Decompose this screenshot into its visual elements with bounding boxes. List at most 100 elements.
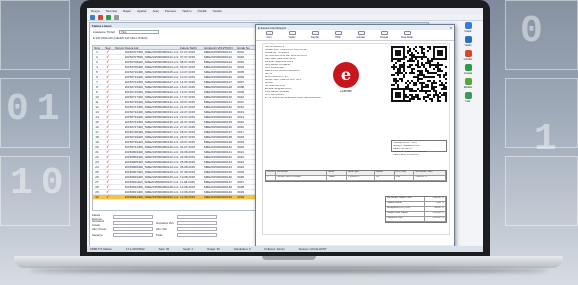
sender-vkn: SME2015000000128	[203, 85, 232, 89]
form-field[interactable]	[177, 220, 217, 225]
menu-item[interactable]: Tanımlar	[106, 9, 118, 13]
tool-label: Geri	[266, 36, 272, 39]
sidebar-action-button[interactable]: Reddet	[464, 78, 472, 89]
invoice-date: 03.08.2015	[180, 150, 196, 154]
invoice-date: 10.07.2015	[180, 70, 196, 74]
column-header[interactable]: Sıra	[93, 46, 101, 50]
file-name: 20150721400_SME2015000000132.xml	[124, 105, 179, 109]
laptop-notch	[262, 256, 316, 260]
column-header[interactable]: Dosya Adı	[125, 46, 180, 49]
form-field[interactable]	[177, 232, 217, 237]
sender-vkn: SME2015000000129	[203, 90, 232, 94]
column-header[interactable]: Fatura Tarihi	[180, 46, 204, 50]
row-number: 12	[95, 105, 99, 109]
tool-label: Gönder	[356, 36, 366, 39]
invoice-info-box: Özelleştirme No: TR1.2 Senaryo: TEMELFATU…	[391, 140, 447, 156]
column-header[interactable]: Gönderici VKN/TCKN	[204, 46, 238, 49]
tool-icon	[403, 31, 411, 35]
print-icon[interactable]	[106, 15, 111, 20]
viewer-tool-button[interactable]: Onayla	[375, 31, 393, 39]
filter-select[interactable]: Tüm	[119, 30, 160, 34]
form-field[interactable]	[113, 220, 153, 225]
row-number: 5	[96, 70, 98, 74]
refresh-icon[interactable]	[98, 15, 103, 20]
viewer-tool-button[interactable]: PDF	[329, 31, 347, 39]
row-number: 11	[95, 100, 99, 104]
form-field[interactable]	[113, 214, 153, 219]
home-icon[interactable]	[90, 15, 95, 20]
viewer-title: E-Fatura Görüntüleyici	[258, 26, 286, 30]
file-name: 20150714400_SME2015000000127.xml	[124, 80, 179, 84]
totals-row: Ödenecek Tutar 1.180,00 TL	[386, 217, 446, 222]
file-name: 20150707500_SME2015000000122.xml	[124, 55, 179, 59]
sender-vkn: SME2015000000143	[203, 160, 232, 164]
settings-icon[interactable]	[114, 15, 119, 20]
invoice-date: 06.08.2015	[180, 165, 196, 169]
form-field[interactable]	[177, 226, 217, 231]
sidebar-action-button[interactable]: Onayla	[464, 64, 472, 75]
menu-item[interactable]: Özellik	[197, 9, 206, 13]
row-number: 17	[95, 130, 99, 134]
sender-vkn: SME2015000000149	[203, 190, 232, 194]
row-number: 23	[95, 160, 99, 164]
file-name: 20150729400_SME2015000000138.xml	[124, 135, 179, 139]
form-field[interactable]	[113, 232, 153, 237]
viewer-tool-button[interactable]: Gönder	[352, 31, 370, 39]
sender-vkn: SME2015000000126	[203, 75, 232, 79]
menu-item[interactable]: Yardım	[212, 9, 221, 13]
invoice-date: 16.07.2015	[180, 90, 196, 94]
viewer-toolbar: Geri Yazdır Kaydet PDF Gönder Onayla Dışa Akta…	[256, 30, 454, 41]
sender-vkn: SME2015000000142	[203, 155, 232, 159]
table-cell: 1.000,00 TL	[414, 176, 446, 180]
menu-item[interactable]: Dosya	[91, 9, 100, 13]
sidebar-action-button[interactable]: Yazdır	[464, 36, 472, 47]
viewer-tool-button[interactable]: Geri	[260, 31, 278, 39]
row-number: 29	[95, 190, 99, 194]
status-item: Satır: 30	[158, 247, 170, 251]
menu-item[interactable]: Ayarlar	[137, 9, 146, 13]
totals-value: 0,00 TL	[425, 202, 446, 206]
totals-label: Vergiler Dahil Toplam	[386, 212, 425, 216]
form-field[interactable]	[177, 214, 217, 219]
close-icon[interactable]: ✕	[450, 26, 452, 30]
viewer-tool-button[interactable]: Dışa Aktar	[398, 31, 416, 39]
sidebar-action-button[interactable]: Gönder	[463, 50, 473, 61]
file-name: 20150708400_SME2015000000123.xml	[124, 60, 179, 64]
sidebar-action-button[interactable]: Kapat	[464, 22, 472, 33]
row-number: 22	[95, 155, 99, 159]
invoice-totals: Mal Hizmet Toplam Tutarı 1.000,00 TL Topla…	[385, 196, 447, 223]
tool-label: Dışa Aktar	[401, 36, 413, 39]
form-label: Gönderici Ünvan	[92, 218, 104, 227]
table-row[interactable]: 30 ✓ 20150814400_SME2015000000150.xml 14.08…	[93, 195, 273, 200]
action-label: Gönder	[463, 58, 473, 61]
sender-vkn: SME2015000000127	[203, 80, 232, 84]
sender-vkn: SME2015000000145	[203, 170, 232, 174]
form-field[interactable]	[113, 226, 153, 231]
row-number: 9	[96, 90, 98, 94]
menu-item[interactable]: Yardım	[182, 9, 191, 13]
status-item: Gönderilen: 0	[233, 247, 251, 251]
tool-label: Kaydet	[310, 36, 320, 39]
action-label: İndir	[465, 100, 471, 103]
viewer-tool-button[interactable]: Yazdır	[283, 31, 301, 39]
table-cell: Mal Hizmet Tutarı	[414, 171, 446, 175]
table-cell: Sıra No	[267, 171, 276, 175]
row-number: 24	[95, 165, 99, 169]
menu-item[interactable]: Araç	[153, 9, 159, 13]
file-name: 20150707400_SME2015000000121.xml	[124, 50, 179, 54]
menu-item[interactable]: Pencere	[165, 9, 176, 13]
check-icon[interactable]: ✓	[101, 195, 115, 199]
invoice-date: 21.07.2015	[180, 105, 196, 109]
menu-item[interactable]: Rapor	[123, 9, 131, 13]
table-cell: Birim Fiyat	[347, 171, 375, 175]
column-header[interactable]: Durum	[115, 46, 125, 50]
action-label: Onayla	[463, 72, 473, 75]
sidebar-action-button[interactable]: İndir	[464, 92, 472, 103]
viewer-tool-button[interactable]: Kaydet	[306, 31, 324, 39]
sender-vkn: SME2015000000147	[203, 180, 232, 184]
sender-vkn: SME2015000000121	[203, 50, 232, 54]
laptop-screen: Dosya Tanımlar Rapor Ayarlar Araç Pencer…	[87, 8, 483, 252]
totals-value: 180,00 TL	[425, 207, 446, 211]
bg-digit: 10	[10, 162, 72, 205]
file-name: 20150728400_SME2015000000137.xml	[124, 130, 179, 134]
